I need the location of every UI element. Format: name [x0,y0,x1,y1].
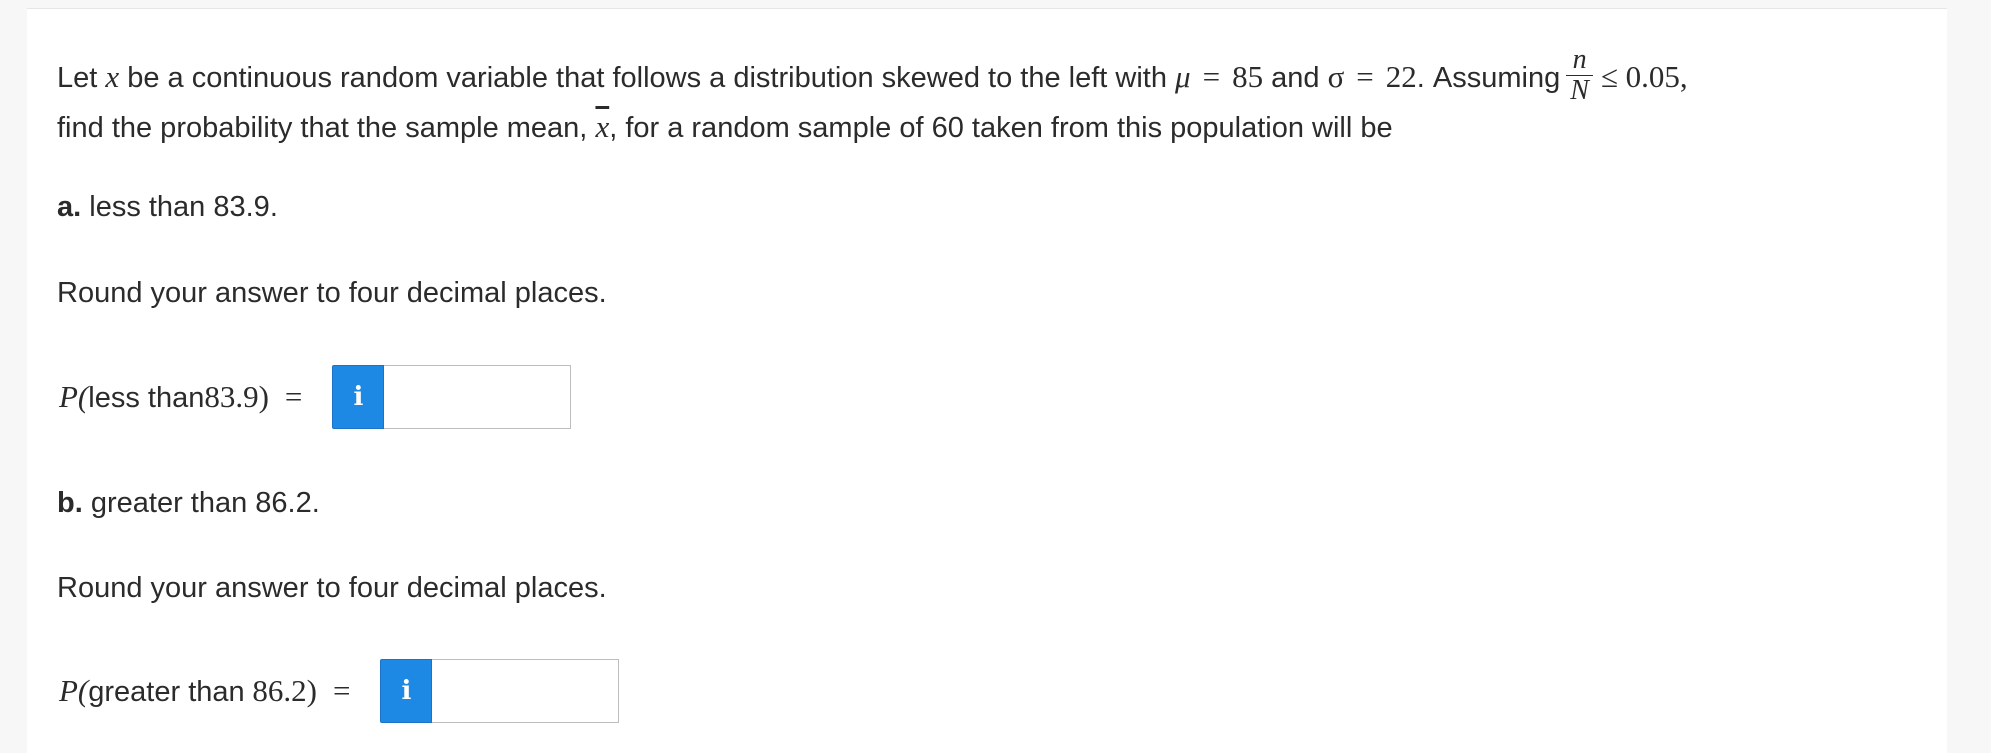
mu-symbol: μ [1175,59,1191,95]
mu-value: 85 [1232,59,1264,95]
expr-word: less than [88,382,205,414]
part-b-label: b. greater than 86.2. [57,487,320,520]
xbar-symbol: x [595,109,610,144]
part-a-label: a. less than 83.9. [57,191,278,224]
variable-x: x [105,59,120,95]
expr-word: greater than [88,676,245,708]
part-a-answer-input[interactable] [384,365,572,429]
question-line-2: find the probability that the sample mea… [57,107,1393,148]
part-b-text: greater than 86.2. [82,487,320,519]
equals-sign: = [1356,59,1374,95]
part-a-answer-row: P(less than83.9) = i [59,365,572,429]
prob-p: P( [59,673,89,708]
assuming-text: . Assuming [1416,62,1561,95]
part-b-answer-input[interactable] [432,659,620,723]
sigma-symbol: σ [1327,59,1345,95]
fraction-denominator: N [1566,75,1593,106]
part-b-letter: b. [57,487,83,519]
part-a-letter: a. [57,191,82,223]
fraction-numerator: n [1572,44,1587,75]
part-b-answer-row: P(greater than 86.2) = i [59,659,620,723]
and-word: and [1263,62,1328,95]
prob-p: P( [59,379,89,414]
part-a-instruction: Round your answer to four decimal places… [57,277,607,309]
expr-value: 83.9) [204,379,269,414]
expr-value: 86.2) [244,673,317,708]
question-text: find the probability that the sample mea… [57,112,596,144]
question-text: , for a random sample of 60 taken from t… [609,112,1393,144]
question-text: be a continuous random variable that fol… [119,62,1176,95]
part-a-expression: P(less than83.9) [59,379,269,415]
leq-value: ≤ 0.05, [1600,59,1688,95]
question-card: Let x be a continuous random variable th… [27,8,1947,753]
equals-sign: = [284,379,303,414]
equals-sign: = [1202,59,1221,95]
fraction-n-over-N: nN [1566,45,1593,106]
question-text: Let [57,62,106,95]
question-line-1: Let x be a continuous random variable th… [57,45,1688,110]
info-icon[interactable]: i [332,365,385,429]
equals-sign: = [332,673,351,708]
part-a-text: less than 83.9. [81,191,278,223]
sigma-value: 22 [1385,59,1417,95]
part-b-expression: P(greater than 86.2) [59,673,317,709]
part-b-instruction: Round your answer to four decimal places… [57,572,607,604]
info-icon[interactable]: i [380,659,433,723]
